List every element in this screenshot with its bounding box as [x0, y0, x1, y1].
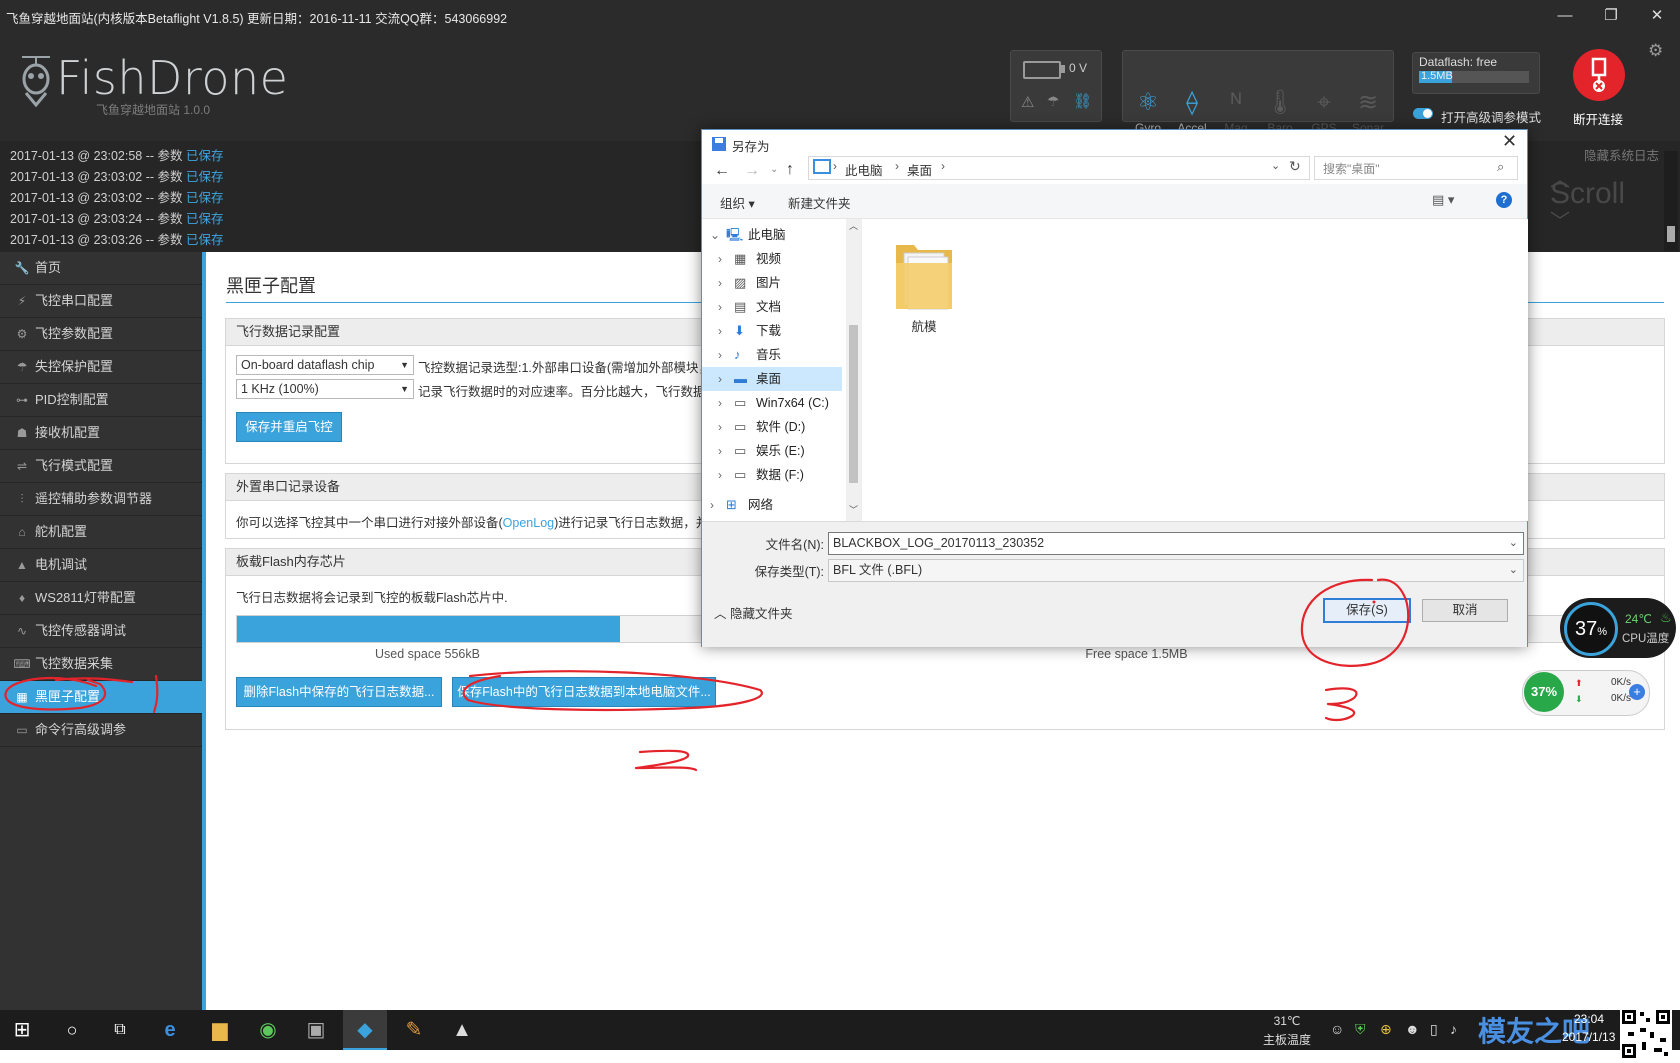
clock-time[interactable]: 23:04 — [1574, 1012, 1604, 1026]
green-app-icon[interactable]: ◉ — [246, 1010, 290, 1050]
clock-date[interactable]: 2017/1/13 — [1562, 1030, 1615, 1044]
user-tray-icon[interactable]: ☻ — [1405, 1021, 1420, 1037]
battery-tray-icon[interactable]: ▯ — [1430, 1021, 1438, 1038]
annotation-dot — [1372, 600, 1376, 604]
board-temp-label: 主板温度 — [1262, 1033, 1311, 1047]
plus-tray-icon[interactable]: ⊕ — [1380, 1021, 1392, 1038]
annotation-circle-1 — [4, 676, 134, 711]
qq-tray-icon[interactable]: ☺ — [1330, 1021, 1344, 1037]
photos-icon[interactable]: ▲ — [440, 1010, 484, 1050]
annotation-layer — [4, 578, 1410, 772]
shield-tray-icon[interactable]: ⛨ — [1355, 1021, 1366, 1038]
file-explorer-icon[interactable]: ▆ — [198, 1010, 242, 1050]
annotation-circle-2 — [462, 670, 763, 712]
volume-tray-icon[interactable]: ♪ — [1450, 1021, 1457, 1037]
remote-desktop-icon[interactable]: ▣ — [294, 1010, 338, 1050]
board-temp: 31℃ — [1273, 1014, 1301, 1028]
paint-icon[interactable]: ✎ — [392, 1010, 436, 1050]
annotation-circle-3 — [1300, 578, 1410, 667]
edge-browser-icon[interactable]: e — [148, 1010, 192, 1050]
qr-code-icon — [1620, 1008, 1672, 1060]
search-circle-icon[interactable]: ○ — [50, 1010, 94, 1050]
annotation-mark-1 — [152, 674, 159, 714]
annotation-mark-2 — [634, 749, 698, 772]
start-icon[interactable]: ⊞ — [0, 1010, 44, 1050]
taskbar: ⊞ ○ ⧉ e ▆ ◉ ▣ ◆ ✎ ▲ 31℃ 主板温度 ☺ ⛨ ⊕ ☻ ▯ ♪… — [0, 1008, 1680, 1060]
task-view-icon[interactable]: ⧉ — [98, 1010, 142, 1050]
fishdrone-taskbar-icon[interactable]: ◆ — [343, 1010, 387, 1050]
annotation-mark-3 — [1324, 687, 1358, 722]
